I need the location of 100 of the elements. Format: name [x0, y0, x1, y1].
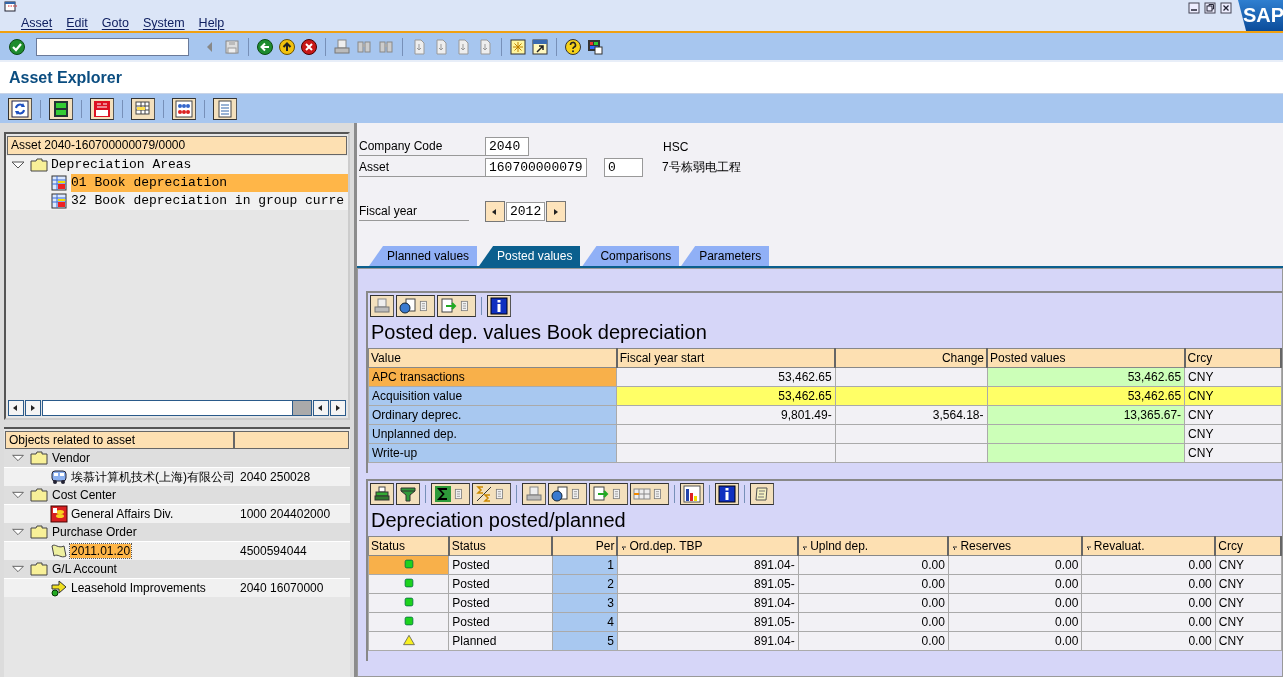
filter-icon [399, 485, 417, 503]
page-title: Asset Explorer [9, 68, 122, 87]
column-header: Crcy [1215, 536, 1281, 556]
square-icon [401, 575, 416, 590]
list-icon [216, 99, 234, 118]
status-cell[interactable] [368, 612, 449, 632]
info-button[interactable] [487, 295, 511, 317]
info-icon [718, 485, 736, 503]
folder-icon [30, 449, 48, 467]
tab[interactable]: Posted values [479, 246, 581, 266]
window-icon [4, 0, 18, 14]
fiscal-year-field[interactable]: 2012 [506, 202, 545, 221]
tree-node-label[interactable]: Purchase Order [52, 525, 137, 539]
print-preview-button[interactable] [370, 483, 394, 505]
status-cell[interactable] [368, 555, 449, 575]
layout-icon[interactable] [586, 37, 604, 56]
sum-button[interactable] [431, 483, 470, 505]
toggle-panel-button[interactable] [49, 97, 73, 120]
previous-year-button[interactable] [485, 201, 505, 222]
print-icon [373, 297, 391, 315]
overview-icon [175, 99, 193, 118]
tree-node-label[interactable]: Depreciation Areas [51, 156, 348, 174]
command-field[interactable] [36, 37, 189, 56]
subtotal-icon [475, 485, 493, 503]
notes-button[interactable] [750, 483, 774, 505]
tree-node-label[interactable]: G/L Account [52, 562, 117, 576]
tree-node-label[interactable]: 32 Book depreciation in group curre [71, 192, 348, 210]
tree-node-label[interactable]: 01 Book depreciation [71, 174, 348, 192]
tree-node-label[interactable]: 2011.01.20 [70, 544, 132, 558]
next-year-button[interactable] [546, 201, 566, 222]
menu-item[interactable]: Goto [101, 16, 129, 30]
menu-item[interactable]: Edit [66, 16, 88, 30]
field-description: HSC [663, 139, 689, 154]
tab[interactable]: Planned values [369, 246, 478, 266]
currency-button[interactable] [90, 97, 114, 120]
menu-item[interactable]: Asset [21, 16, 53, 30]
tree-node-value: 1000 204402000 [240, 507, 331, 521]
export-button[interactable] [437, 295, 476, 317]
square-icon [401, 613, 416, 628]
layout-button[interactable] [630, 483, 669, 505]
check-icon[interactable] [8, 37, 26, 56]
column-header: Value [368, 348, 617, 368]
status-cell[interactable] [368, 574, 449, 594]
column-header: Ord.dep. TBP [617, 536, 799, 556]
table-button[interactable] [131, 97, 155, 120]
filter-button[interactable] [396, 483, 420, 505]
print-icon[interactable] [333, 37, 351, 56]
grid-title: Depreciation posted/planned [371, 509, 627, 532]
new-session-icon[interactable] [509, 37, 527, 56]
column-header: Reserves [948, 536, 1082, 556]
exit-icon[interactable] [278, 37, 296, 56]
menu-item[interactable]: Help [198, 16, 225, 30]
tree-node-label[interactable]: Vendor [52, 451, 91, 465]
bus-icon [50, 468, 68, 486]
overview-button[interactable] [172, 97, 196, 120]
company-code-field[interactable]: 2040 [485, 137, 529, 156]
arrow-icon [50, 579, 68, 597]
horizontal-scrollbar[interactable] [6, 400, 348, 416]
info-button[interactable] [715, 483, 739, 505]
back-icon[interactable] [256, 37, 274, 56]
close-icon[interactable] [1220, 2, 1232, 14]
table-icon [50, 174, 68, 192]
list-button[interactable] [213, 97, 237, 120]
help-icon[interactable] [564, 37, 582, 56]
subtotal-button[interactable] [472, 483, 511, 505]
print-button[interactable] [522, 483, 546, 505]
tab[interactable]: Comparisons [582, 246, 680, 266]
tab[interactable]: Parameters [681, 246, 770, 266]
export-button[interactable] [589, 483, 628, 505]
tree-node-value: 4500594044 [240, 544, 307, 558]
square-icon [401, 556, 416, 571]
cancel-icon[interactable] [300, 37, 318, 56]
details-button[interactable] [396, 295, 435, 317]
print-button[interactable] [370, 295, 394, 317]
details-button[interactable] [548, 483, 587, 505]
status-cell[interactable] [368, 593, 449, 613]
tree-node-label[interactable]: Leasehold Improvements [70, 581, 207, 595]
tree-node-label[interactable]: 埃慕计算机技术(上海)有限公司 [70, 468, 236, 486]
restore-icon[interactable] [1204, 2, 1216, 14]
export-icon [592, 485, 610, 503]
refresh-button[interactable] [8, 97, 32, 120]
column-header: Revaluat. [1081, 536, 1216, 556]
status-cell[interactable] [368, 631, 449, 651]
grid-title: Posted dep. values Book depreciation [371, 321, 708, 344]
column-header: Status [448, 536, 553, 556]
tree-node-label[interactable]: Cost Center [52, 488, 117, 502]
shortcut-icon[interactable] [531, 37, 549, 56]
refresh-icon [11, 99, 29, 118]
tree-node-value: 2040 250028 [240, 470, 311, 484]
print-preview-icon [373, 485, 391, 503]
scrollbar-thumb[interactable] [292, 401, 311, 415]
folder-icon [30, 156, 48, 174]
tree-node-label[interactable]: General Affairs Div. [70, 507, 175, 521]
asset-field[interactable]: 160700000079 [485, 158, 587, 177]
subnumber-field[interactable]: 0 [604, 158, 643, 177]
table-icon [134, 99, 152, 118]
chart-button[interactable] [680, 483, 704, 505]
menu-item[interactable]: System [142, 16, 185, 30]
minimize-icon[interactable] [1188, 2, 1200, 14]
column-header: Fiscal year start [616, 348, 836, 368]
